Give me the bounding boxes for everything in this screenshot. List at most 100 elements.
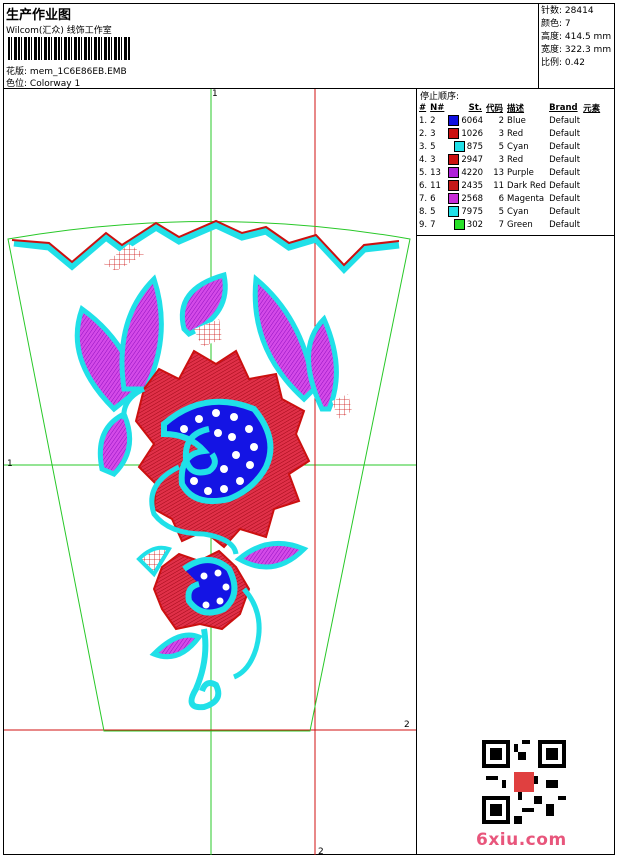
- row-stitches: 875: [447, 140, 485, 153]
- row-index: 9.: [419, 219, 428, 230]
- row-code: 5: [498, 141, 505, 152]
- panel-divider: [416, 88, 417, 855]
- row-code: 2: [498, 115, 505, 126]
- row-needle: 6: [430, 193, 436, 204]
- row-brand: Default: [549, 154, 581, 165]
- row-code: 5: [498, 206, 505, 217]
- stitch-count-value: 6064: [461, 116, 484, 126]
- row-description: Dark Red: [507, 180, 547, 191]
- row-index: 8.: [419, 206, 428, 217]
- row-stitches: 2435: [447, 179, 485, 192]
- row-stitches: 7975: [447, 205, 485, 218]
- col-element: 元素: [583, 103, 601, 114]
- qr-code: [482, 740, 566, 824]
- col-brand: Brand: [549, 102, 578, 113]
- row-code: 6: [498, 193, 505, 204]
- color-swatch: [448, 115, 460, 126]
- leaf-bottom-left: [149, 632, 203, 660]
- row-needle: 5: [430, 141, 436, 152]
- leaf-right-lower: [234, 540, 309, 570]
- row-code: 3: [498, 154, 505, 165]
- row-index: 4.: [419, 154, 428, 165]
- col-index: #: [419, 102, 427, 113]
- row-stitches: 1026: [447, 127, 485, 140]
- table-row: 5. 13 4220 13 Purple Default: [418, 166, 603, 179]
- row-description: Red: [507, 128, 524, 139]
- table-row: 1. 2 6064 2 Blue Default: [418, 114, 603, 127]
- row-needle: 5: [430, 206, 436, 217]
- axis-label-bottom: 2: [318, 847, 324, 857]
- row-index: 3.: [419, 141, 428, 152]
- color-swatch: [448, 180, 460, 191]
- row-index: 2.: [419, 128, 428, 139]
- row-needle: 7: [430, 219, 436, 230]
- row-stitches: 2568: [447, 192, 485, 205]
- col-stitches: St.: [468, 102, 483, 113]
- col-code: 代码: [486, 103, 504, 114]
- stitch-count: 针数: 28414: [541, 6, 594, 16]
- row-description: Red: [507, 154, 524, 165]
- stitch-count-value: 7975: [461, 207, 484, 217]
- top-mesh: [104, 244, 144, 271]
- table-row: 8. 5 7975 5 Cyan Default: [418, 205, 603, 218]
- table-row: 7. 6 2568 6 Magenta Default: [418, 192, 603, 205]
- row-code: 3: [498, 128, 505, 139]
- row-brand: Default: [549, 193, 581, 204]
- row-element: [582, 127, 603, 140]
- stitch-count-value: 4220: [461, 168, 484, 178]
- row-index: 7.: [419, 193, 428, 204]
- row-element: [582, 179, 603, 192]
- table-row: 4. 3 2947 3 Red Default: [418, 153, 603, 166]
- row-brand: Default: [549, 167, 581, 178]
- design-height: 高度: 414.5 mm: [541, 32, 612, 42]
- color-swatch: [448, 128, 460, 139]
- row-needle: 3: [430, 128, 436, 139]
- stop-sequence-table: # N# St. 代码 描述 Brand 元素 1. 2 6064 2 Blue Defa…: [418, 101, 603, 231]
- row-description: Cyan: [507, 206, 529, 217]
- stop-table-divider: [416, 235, 615, 236]
- row-element: [582, 114, 603, 127]
- leaf-right-small: [306, 314, 339, 412]
- row-index: 6.: [419, 180, 428, 191]
- row-brand: Default: [549, 141, 581, 152]
- row-code: 13: [493, 167, 505, 178]
- row-stitches: 302: [447, 218, 485, 231]
- color-count: 颜色: 7: [541, 19, 571, 29]
- page-title: 生产作业图: [6, 8, 72, 23]
- row-brand: Default: [549, 206, 581, 217]
- color-swatch: [453, 219, 465, 230]
- row-brand: Default: [549, 115, 581, 126]
- row-needle: 13: [430, 167, 441, 178]
- row-description: Cyan: [507, 141, 529, 152]
- row-description: Purple: [507, 167, 534, 178]
- design-ratio: 比例: 0.42: [541, 58, 585, 68]
- row-needle: 11: [430, 180, 441, 191]
- color-swatch: [448, 167, 460, 178]
- studio-name: Wilcom(汇众) 线饰工作室: [6, 26, 112, 36]
- row-element: [582, 153, 603, 166]
- row-brand: Default: [549, 219, 581, 230]
- embroidery-design-canvas: [4, 89, 416, 855]
- table-header-row: # N# St. 代码 描述 Brand 元素: [418, 101, 603, 114]
- col-needle: N#: [430, 102, 445, 113]
- row-description: Green: [507, 219, 533, 230]
- color-swatch: [448, 193, 460, 204]
- axis-label-left: 1: [7, 459, 13, 469]
- stitch-count-value: 2568: [461, 194, 484, 204]
- row-stitches: 2947: [447, 153, 485, 166]
- stitch-count-value: 302: [466, 220, 484, 230]
- barcode: [8, 37, 130, 60]
- row-element: [582, 218, 603, 231]
- watermark-logo: 6xiu.com: [476, 830, 567, 850]
- stitch-count-value: 2947: [461, 155, 484, 165]
- design-info-box: 针数: 28414 颜色: 7 高度: 414.5 mm 宽度: 322.3 m…: [538, 3, 615, 88]
- row-code: 11: [493, 180, 505, 191]
- table-row: 3. 5 875 5 Cyan Default: [418, 140, 603, 153]
- row-description: Magenta: [507, 193, 545, 204]
- color-swatch: [448, 206, 460, 217]
- row-needle: 2: [430, 115, 436, 126]
- stitch-count-value: 2435: [461, 181, 484, 191]
- row-code: 7: [498, 219, 505, 230]
- color-swatch: [448, 154, 460, 165]
- col-description: 描述: [507, 103, 525, 114]
